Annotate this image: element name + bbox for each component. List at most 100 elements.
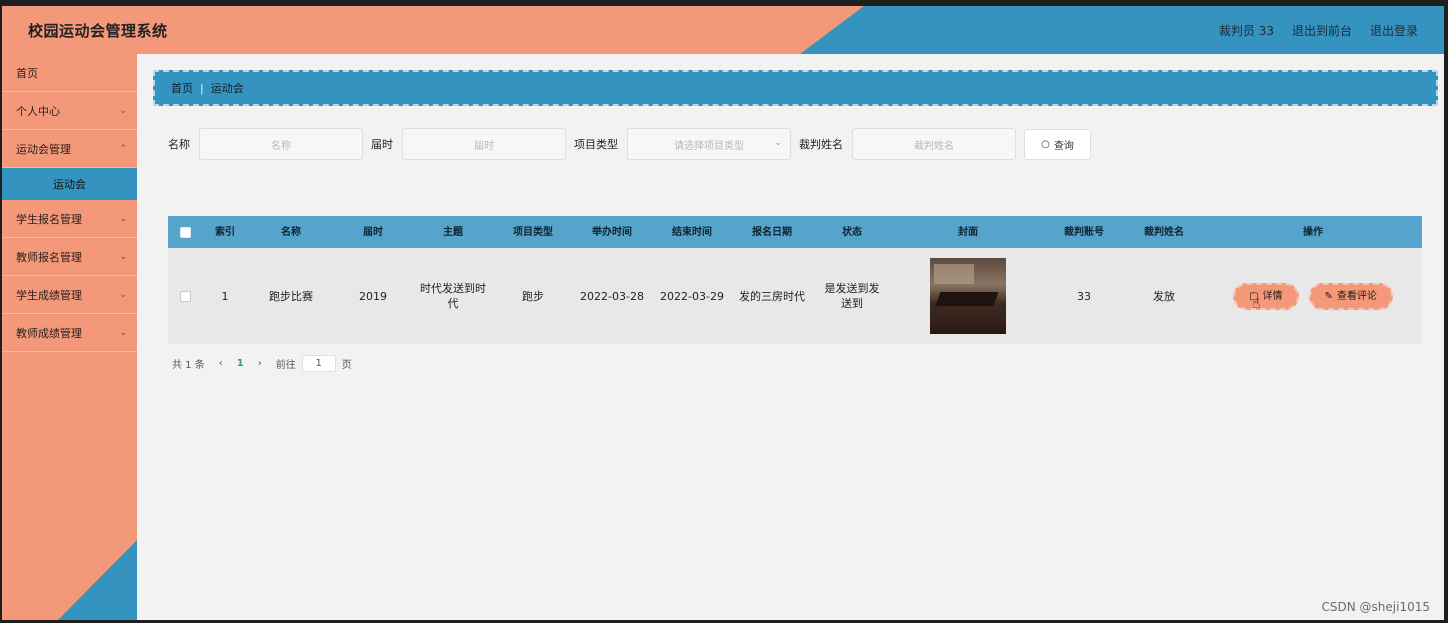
query-button-label: 查询 [1053, 140, 1074, 152]
cell-account: 33 [1077, 289, 1091, 303]
page-input[interactable]: 1 [301, 355, 336, 372]
header-session: 届时 [363, 226, 383, 238]
header-type: 项目类型 [513, 226, 553, 238]
cell-signup: 发的三房时代 [739, 289, 805, 303]
edit-icon: ✎ [1324, 290, 1333, 302]
prev-page-icon[interactable]: ‹ [219, 358, 223, 369]
sidebar-item-label: 教师成绩管理 [16, 326, 82, 340]
chevron-down-icon: ⌄ [119, 251, 127, 262]
app-title: 校园运动会管理系统 [28, 22, 168, 40]
sidebar-item-teacher-scores[interactable]: 教师成绩管理 ⌄ [2, 314, 137, 352]
search-icon: ○ [1041, 138, 1050, 150]
cell-index: 1 [221, 289, 229, 303]
chevron-down-icon: ⌄ [119, 105, 127, 116]
sidebar-item-label: 教师报名管理 [16, 250, 82, 264]
watermark: CSDN @sheji1015 [1321, 600, 1430, 614]
table-row: 1 跑步比赛 2019 时代发送到时代 跑步 2022-03-28 2022-0… [168, 248, 1422, 344]
type-select[interactable]: 请选择项目类型 ⌄ [627, 128, 791, 160]
view-comments-label: 查看评论 [1336, 290, 1377, 302]
current-user: 裁判员 33 [1218, 24, 1274, 38]
sidebar-item-label: 学生成绩管理 [16, 288, 82, 302]
breadcrumb-current: 运动会 [210, 82, 244, 95]
header-account: 裁判账号 [1064, 226, 1104, 238]
name-input[interactable]: 名称 [199, 128, 363, 160]
header-judge: 裁判姓名 [1144, 226, 1184, 238]
sidebar-item-teacher-signup[interactable]: 教师报名管理 ⌄ [2, 238, 137, 276]
session-label: 届时 [371, 138, 393, 151]
header-index: 索引 [215, 226, 235, 238]
next-page-icon[interactable]: › [258, 358, 262, 369]
cell-end: 2022-03-29 [660, 289, 724, 303]
row-select-cell [168, 248, 202, 344]
row-checkbox[interactable] [179, 290, 191, 302]
chevron-down-icon: ⌄ [119, 289, 127, 300]
header-cover: 封面 [958, 226, 978, 238]
total-count: 共 1 条 [172, 360, 205, 371]
search-bar: 名称 名称 届时 届时 项目类型 请选择项目类型 ⌄ 裁判姓名 裁判姓名 ○ 查… [168, 128, 1091, 160]
header-actions: 操作 [1303, 226, 1323, 238]
cover-window [934, 264, 974, 284]
header-theme: 主题 [443, 226, 463, 238]
pagination: 共 1 条 ‹ 1 › 前往 1 页 [172, 355, 352, 372]
chevron-up-icon: ⌃ [119, 143, 127, 154]
cell-cover [892, 248, 1044, 344]
cover-image[interactable] [930, 258, 1006, 334]
goto-label: 前往 [275, 360, 296, 371]
app-frame: 校园运动会管理系统 裁判员 33 退出到前台 退出登录 首页 个人中心 ⌄ 运动… [2, 6, 1444, 620]
sidebar: 首页 个人中心 ⌄ 运动会管理 ⌃ 运动会 学生报名管理 ⌄ 教师报名管理 ⌄ … [2, 54, 137, 620]
name-label: 名称 [168, 138, 190, 151]
sidebar-item-personal[interactable]: 个人中心 ⌄ [2, 92, 137, 130]
header-end: 结束时间 [672, 226, 712, 238]
cell-session: 2019 [359, 289, 387, 303]
cell-status: 是发送到发送到 [824, 282, 880, 310]
sidebar-item-home[interactable]: 首页 [2, 54, 137, 92]
chevron-down-icon: ⌄ [119, 213, 127, 224]
sidebar-item-label: 学生报名管理 [16, 212, 82, 226]
page-number-current[interactable]: 1 [237, 358, 244, 369]
detail-button-label: 详情 [1262, 290, 1283, 302]
type-select-placeholder: 请选择项目类型 [674, 140, 744, 152]
header-actions: 裁判员 33 退出到前台 退出登录 [1219, 22, 1418, 39]
view-comments-button[interactable]: ✎ 查看评论 [1308, 282, 1393, 310]
sidebar-accent [58, 540, 137, 620]
sidebar-item-label: 运动会管理 [16, 142, 71, 156]
sidebar-item-label: 首页 [16, 66, 38, 80]
detail-button[interactable]: ▢ 详情 [1233, 282, 1299, 310]
top-header: 校园运动会管理系统 裁判员 33 退出到前台 退出登录 [2, 6, 1444, 54]
table-header: 索引 名称 届时 主题 项目类型 举办时间 结束时间 报名日期 状态 封面 裁判… [168, 216, 1422, 248]
header-status: 状态 [842, 226, 862, 238]
hand-cursor-icon: ☝ [1252, 296, 1261, 312]
breadcrumb-separator: | [200, 81, 204, 95]
goto-page: 前往 1 页 [276, 355, 352, 372]
sidebar-item-student-scores[interactable]: 学生成绩管理 ⌄ [2, 276, 137, 314]
header-start: 举办时间 [592, 226, 632, 238]
data-table: 索引 名称 届时 主题 项目类型 举办时间 结束时间 报名日期 状态 封面 裁判… [168, 216, 1422, 344]
judge-label: 裁判姓名 [799, 138, 843, 151]
front-link[interactable]: 退出到前台 [1292, 22, 1352, 39]
breadcrumb-home[interactable]: 首页 [171, 80, 193, 96]
cell-type: 跑步 [522, 289, 544, 303]
chevron-down-icon: ⌄ [119, 327, 127, 338]
cell-start: 2022-03-28 [580, 289, 644, 303]
header-name: 名称 [281, 226, 301, 238]
cell-actions: ▢ 详情 ✎ 查看评论 [1204, 248, 1422, 344]
sidebar-subitem-games[interactable]: 运动会 [2, 168, 137, 200]
page-unit: 页 [341, 360, 352, 371]
logout-link[interactable]: 退出登录 [1370, 22, 1418, 39]
sidebar-item-games[interactable]: 运动会管理 ⌃ [2, 130, 137, 168]
judge-input[interactable]: 裁判姓名 [852, 128, 1016, 160]
cell-name: 跑步比赛 [269, 289, 313, 303]
cover-table [935, 292, 999, 306]
header-signup: 报名日期 [752, 226, 792, 238]
chevron-down-icon: ⌄ [774, 138, 782, 148]
select-all-checkbox[interactable] [179, 226, 191, 238]
breadcrumb: 首页 | 运动会 [153, 70, 1438, 106]
select-all-cell [168, 216, 202, 248]
type-label: 项目类型 [574, 138, 618, 151]
cell-theme: 时代发送到时代 [420, 282, 486, 310]
session-input[interactable]: 届时 [402, 128, 566, 160]
cell-judge: 发放 [1153, 289, 1175, 303]
query-button[interactable]: ○ 查询 [1024, 128, 1091, 160]
sidebar-item-student-signup[interactable]: 学生报名管理 ⌄ [2, 200, 137, 238]
sidebar-item-label: 个人中心 [16, 104, 60, 118]
